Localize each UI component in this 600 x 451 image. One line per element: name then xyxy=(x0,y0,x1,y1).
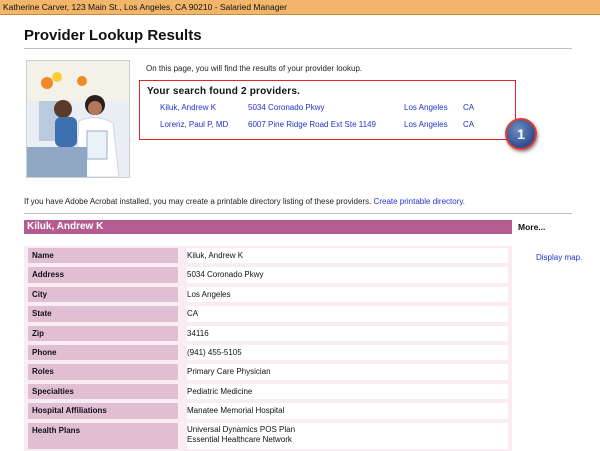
detail-value: Los Angeles xyxy=(187,286,508,303)
divider xyxy=(24,48,572,49)
provider-detail-header: Kiluk, Andrew K xyxy=(24,220,512,234)
detail-label: Name xyxy=(28,248,178,264)
page-title: Provider Lookup Results xyxy=(24,27,202,44)
detail-value: Universal Dynamics POS Plan Essential He… xyxy=(187,422,508,449)
detail-row-name: Name Kiluk, Andrew K xyxy=(24,246,512,265)
provider-name-link[interactable]: Kiluk, Andrew K xyxy=(160,103,216,112)
detail-value: CA xyxy=(187,306,508,322)
doctor-photo xyxy=(26,60,130,178)
detail-value: Pediatric Medicine xyxy=(187,383,508,400)
display-map-link[interactable]: Display map. xyxy=(536,253,582,262)
detail-row-roles: Roles Primary Care Physician xyxy=(24,362,512,381)
detail-row-state: State CA xyxy=(24,304,512,323)
detail-label: Specialties xyxy=(28,383,178,400)
provider-address-link[interactable]: 5034 Coronado Pkwy xyxy=(248,103,325,112)
detail-label: Roles xyxy=(28,364,178,380)
more-link[interactable]: More... xyxy=(518,220,545,234)
detail-label: Phone xyxy=(28,344,178,361)
detail-row-health-plans: Health Plans Universal Dynamics POS Plan… xyxy=(24,421,512,451)
provider-state-link[interactable]: CA xyxy=(463,120,474,129)
detail-value: 34116 xyxy=(187,325,508,341)
create-printable-directory-link[interactable]: Create printable directory. xyxy=(374,197,465,206)
detail-label: State xyxy=(28,306,178,322)
detail-value: Kiluk, Andrew K xyxy=(187,248,508,264)
detail-value: (941) 455-5105 xyxy=(187,344,508,361)
detail-row-address: Address 5034 Coronado Pkwy xyxy=(24,265,512,284)
acrobat-text: If you have Adobe Acrobat installed, you… xyxy=(24,197,372,206)
health-plan-item: Universal Dynamics POS Plan xyxy=(187,424,296,434)
detail-row-hospital-affiliations: Hospital Affiliations Manatee Memorial H… xyxy=(24,401,512,420)
detail-row-phone: Phone (941) 455-5105 xyxy=(24,343,512,362)
detail-label: Health Plans xyxy=(28,422,178,449)
printable-directory-note: If you have Adobe Acrobat installed, you… xyxy=(24,197,465,206)
detail-label: Address xyxy=(28,267,178,283)
detail-value: Primary Care Physician xyxy=(187,364,508,380)
provider-address-link[interactable]: 6007 Pine Ridge Road Ext Ste 1149 xyxy=(248,120,376,129)
doctor-with-child-illustration xyxy=(27,61,129,177)
detail-row-specialties: Specialties Pediatric Medicine xyxy=(24,382,512,401)
detail-value: 5034 Coronado Pkwy xyxy=(187,267,508,283)
detail-label: Hospital Affiliations xyxy=(28,403,178,419)
provider-detail-table: Name Kiluk, Andrew K Address 5034 Corona… xyxy=(24,246,512,451)
detail-label: Zip xyxy=(28,325,178,341)
detail-label: City xyxy=(28,286,178,303)
detail-value: Manatee Memorial Hospital xyxy=(187,403,508,419)
health-plan-item: Essential Healthcare Network xyxy=(187,434,292,444)
provider-city-link[interactable]: Los Angeles xyxy=(404,120,448,129)
divider xyxy=(24,213,572,214)
provider-city-link[interactable]: Los Angeles xyxy=(404,103,448,112)
callout-badge: 1 xyxy=(505,118,537,150)
user-info-bar: Katherine Carver, 123 Main St., Los Ange… xyxy=(0,0,600,15)
provider-name-link[interactable]: Lorenz, Paul P, MD xyxy=(160,120,228,129)
detail-row-city: City Los Angeles xyxy=(24,285,512,304)
provider-state-link[interactable]: CA xyxy=(463,103,474,112)
results-heading: Your search found 2 providers. xyxy=(147,86,301,97)
detail-row-zip: Zip 34116 xyxy=(24,324,512,343)
intro-text: On this page, you will find the results … xyxy=(146,64,363,73)
